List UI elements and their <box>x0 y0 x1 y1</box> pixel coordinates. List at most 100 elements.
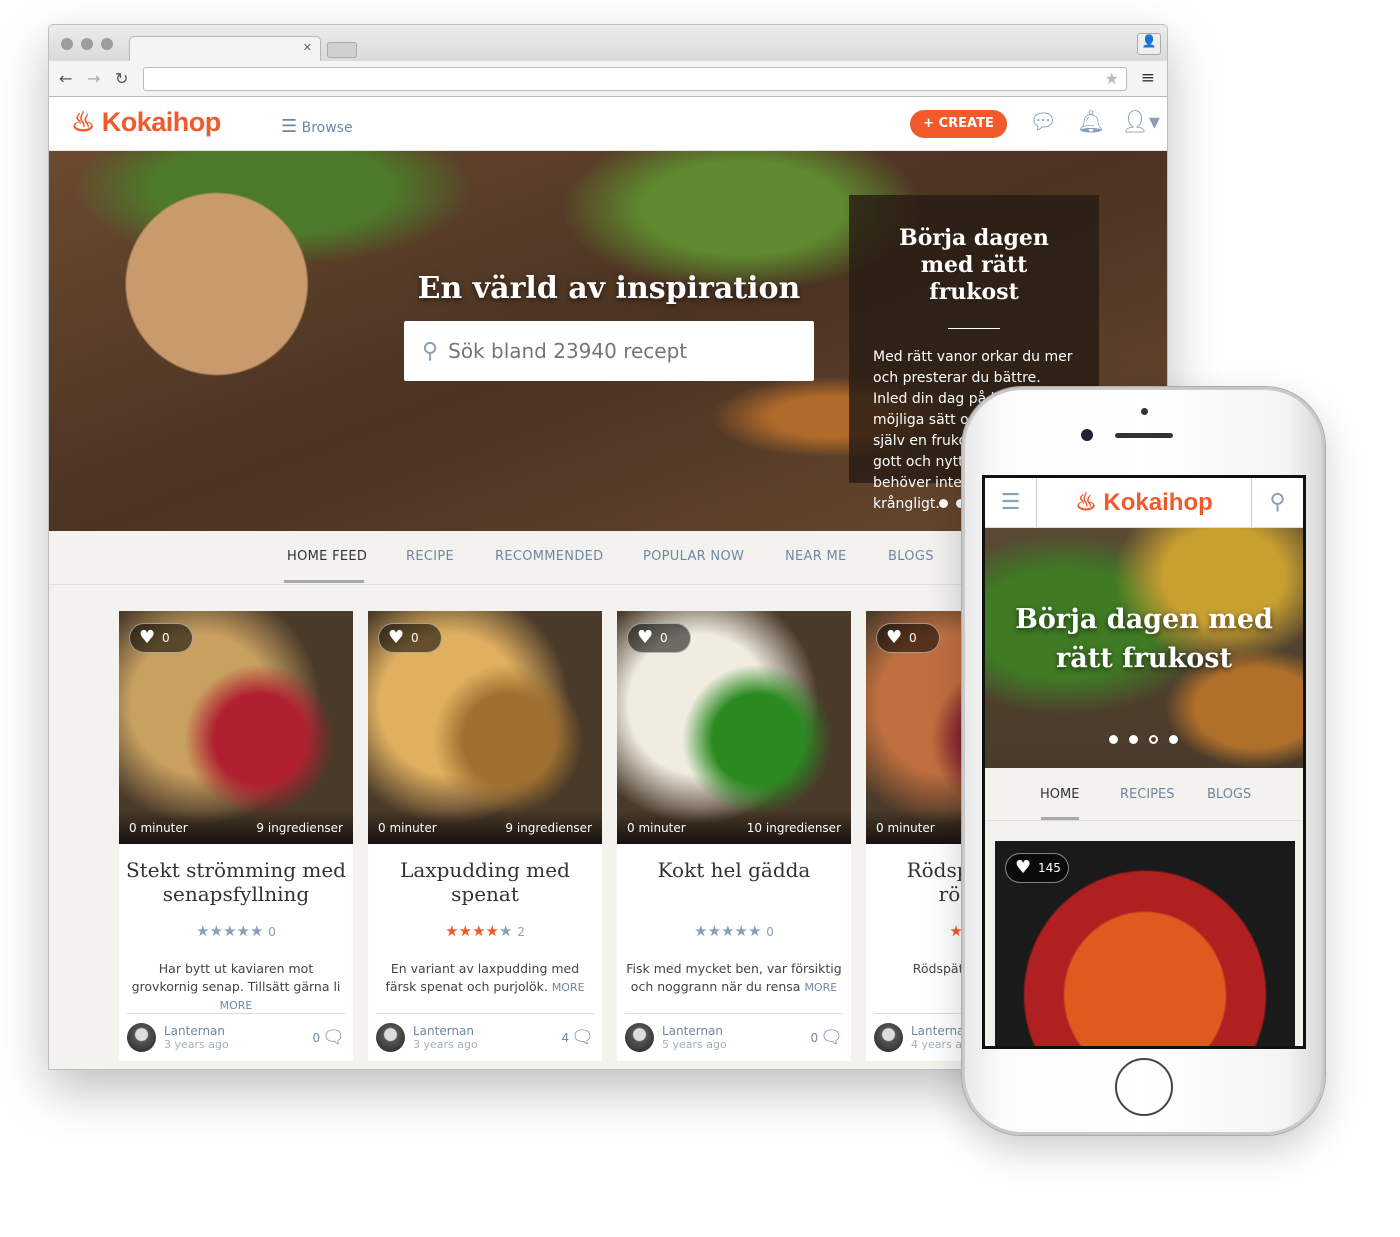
browser-tab[interactable]: ✕ <box>129 36 321 61</box>
star-icon[interactable]: ★ <box>499 922 512 940</box>
star-icon[interactable]: ★ <box>708 922 721 940</box>
avatar[interactable] <box>376 1023 405 1052</box>
star-icon[interactable]: ★ <box>486 922 499 940</box>
description-text: Har bytt ut kaviaren mot grovkornig sena… <box>131 961 341 994</box>
search-icon[interactable]: ⚲ <box>1251 478 1303 527</box>
avatar[interactable] <box>127 1023 156 1052</box>
tab-recipes[interactable]: RECIPES <box>1120 787 1174 802</box>
comment-icon: 🗨︎ <box>820 1027 843 1048</box>
comment-count: 0 <box>312 1030 321 1045</box>
like-button[interactable]: ♥ 0 <box>876 623 940 653</box>
reload-icon[interactable]: ↻ <box>115 69 128 88</box>
phone-hero[interactable]: Börja dagen med rätt frukost <box>985 528 1303 768</box>
tab-home[interactable]: HOME <box>1040 787 1079 802</box>
recipe-title[interactable]: Kokt hel gädda <box>617 858 851 914</box>
more-link[interactable]: MORE <box>220 999 253 1012</box>
chat-icon[interactable]: 💬︎ <box>1029 110 1057 135</box>
hamburger-icon[interactable]: ☰ <box>985 478 1037 527</box>
search-input[interactable] <box>448 339 789 363</box>
new-tab-button[interactable] <box>327 42 357 58</box>
user-menu-icon[interactable]: 👤︎▾ <box>1121 110 1160 135</box>
recipe-card[interactable]: ♥ 0 0 minuter 9 ingredienser Stekt strömmi… <box>119 611 353 1061</box>
star-icon[interactable]: ★ <box>735 922 748 940</box>
phone-hero-title: Börja dagen med rätt frukost <box>1015 604 1273 674</box>
author-name[interactable]: Lanternan <box>662 1024 727 1038</box>
timestamp: 3 years ago <box>413 1037 478 1051</box>
star-icon[interactable]: ★ <box>196 922 209 940</box>
star-icon[interactable]: ★ <box>472 922 485 940</box>
phone-recipe-card[interactable]: ♥ 145 <box>995 841 1295 1046</box>
comments-button[interactable]: 0 🗨︎ <box>811 1027 844 1048</box>
timestamp: 5 years ago <box>662 1037 727 1051</box>
sensor <box>1141 408 1148 415</box>
browser-menu-icon[interactable]: ≡ <box>1141 68 1155 88</box>
carousel-dot[interactable] <box>1109 735 1118 744</box>
star-icon[interactable]: ★ <box>250 922 263 940</box>
recipe-image[interactable]: ♥ 0 0 minuter 10 ingredienser <box>617 611 851 844</box>
carousel-dot-active[interactable] <box>1149 735 1158 744</box>
recipe-description: Fisk med mycket ben, var försiktig och n… <box>617 960 851 1010</box>
recipe-card[interactable]: ♥ 0 0 minuter 10 ingredienser Kokt hel gäd… <box>617 611 851 1061</box>
create-button[interactable]: + CREATE <box>910 110 1007 138</box>
phone-logo[interactable]: ♨ Kokaihop <box>1037 478 1251 527</box>
carousel-dot[interactable] <box>1129 735 1138 744</box>
like-button[interactable]: ♥ 0 <box>378 623 442 653</box>
browse-button[interactable]: ☰ Browse <box>281 116 353 137</box>
recipe-title[interactable]: Laxpudding med spenat <box>368 858 602 914</box>
star-icon[interactable]: ★ <box>748 922 761 940</box>
comment-icon: 🗨︎ <box>571 1027 594 1048</box>
recipe-card[interactable]: ♥ 0 0 minuter 9 ingredienser Laxpudding me… <box>368 611 602 1061</box>
bell-icon[interactable]: 🔔︎ <box>1077 110 1105 135</box>
home-button[interactable] <box>1115 1058 1173 1116</box>
carousel-dot[interactable] <box>939 499 948 508</box>
ingredient-count: 9 ingredienser <box>256 821 343 835</box>
back-icon[interactable]: ← <box>59 69 72 88</box>
carousel-dot[interactable] <box>1169 735 1178 744</box>
phone-tabs: HOME RECIPES BLOGS <box>985 768 1303 821</box>
tab-blogs[interactable]: BLOGS <box>1207 787 1251 802</box>
card-footer: Lanternan 3 years ago 4 🗨︎ <box>376 1013 594 1061</box>
profile-icon[interactable]: 👤 <box>1137 33 1161 55</box>
star-icon[interactable]: ★ <box>445 922 458 940</box>
comments-button[interactable]: 4 🗨︎ <box>562 1027 595 1048</box>
close-window-button[interactable] <box>61 38 73 50</box>
author-name[interactable]: Lanternan <box>164 1024 229 1038</box>
like-button[interactable]: ♥ 0 <box>627 623 691 653</box>
star-icon[interactable]: ★ <box>694 922 707 940</box>
avatar[interactable] <box>625 1023 654 1052</box>
comments-button[interactable]: 0 🗨︎ <box>313 1027 346 1048</box>
avatar[interactable] <box>874 1023 903 1052</box>
star-icon[interactable]: ★ <box>223 922 236 940</box>
search-box[interactable]: ⚲ <box>404 321 814 381</box>
close-tab-icon[interactable]: ✕ <box>303 41 312 54</box>
tab-recipe[interactable]: RECIPE <box>406 549 454 564</box>
rating-stars: ★★★★★ 0 <box>617 922 851 940</box>
url-input[interactable] <box>143 67 1127 91</box>
zoom-window-button[interactable] <box>101 38 113 50</box>
more-link[interactable]: MORE <box>552 981 585 994</box>
more-link[interactable]: MORE <box>804 981 837 994</box>
star-icon[interactable]: ★ <box>949 922 962 940</box>
chef-hat-icon: ♨ <box>71 107 95 137</box>
recipe-title[interactable]: Stekt strömming med senapsfyllning <box>119 858 353 914</box>
like-button[interactable]: ♥ 145 <box>1005 853 1069 883</box>
logo[interactable]: ♨ Kokaihop <box>71 107 221 138</box>
hero-title: En värld av inspiration <box>417 271 801 306</box>
tab-blogs[interactable]: BLOGS <box>888 549 934 564</box>
forward-icon[interactable]: → <box>87 69 100 88</box>
author-name[interactable]: Lanternan <box>413 1024 478 1038</box>
star-icon[interactable]: ★ <box>721 922 734 940</box>
tab-home-feed[interactable]: HOME FEED <box>287 549 367 564</box>
minimize-window-button[interactable] <box>81 38 93 50</box>
star-icon[interactable]: ★ <box>459 922 472 940</box>
like-button[interactable]: ♥ 0 <box>129 623 193 653</box>
recipe-image[interactable]: ♥ 0 0 minuter 9 ingredienser <box>368 611 602 844</box>
star-icon[interactable]: ★ <box>237 922 250 940</box>
recipe-image[interactable]: ♥ 0 0 minuter 9 ingredienser <box>119 611 353 844</box>
tab-near-me[interactable]: NEAR ME <box>785 549 847 564</box>
bookmark-star-icon[interactable]: ★ <box>1105 69 1119 88</box>
star-icon[interactable]: ★ <box>210 922 223 940</box>
card-footer: Lanternan 3 years ago 0 🗨︎ <box>127 1013 345 1061</box>
tab-popular-now[interactable]: POPULAR NOW <box>643 549 744 564</box>
tab-recommended[interactable]: RECOMMENDED <box>495 549 603 564</box>
